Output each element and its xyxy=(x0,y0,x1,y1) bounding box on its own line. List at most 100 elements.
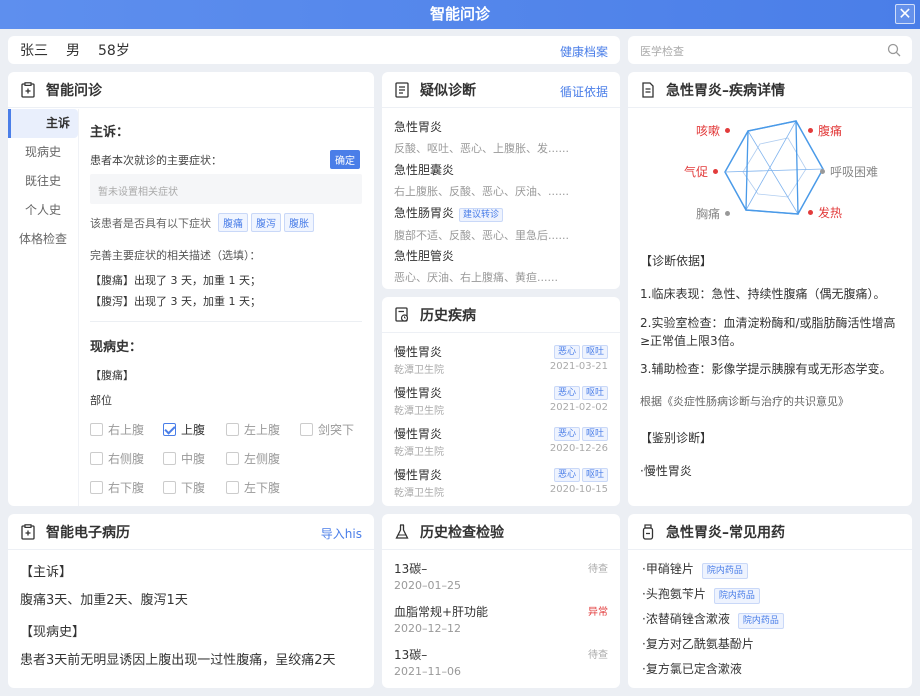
basis-item: 3.辅助检查：影像学提示胰腺有或无形态学变。 xyxy=(640,362,892,376)
diagnosis-desc: 腹部不适、反酸、恶心、里急后...... xyxy=(394,229,569,242)
site-checkbox[interactable]: 下腹 xyxy=(163,479,205,496)
radar-label: 咳嗽 xyxy=(696,122,731,139)
visit-date: 2021-03-21 xyxy=(549,361,608,372)
nav-item-present-history[interactable]: 现病史 xyxy=(8,138,78,167)
lab-history-title: 历史检查检验 xyxy=(420,524,504,541)
drug-name: ·甲硝锉片 xyxy=(642,562,694,576)
medication-header: 急性胃炎–常见用药 xyxy=(628,514,912,550)
nav-item-past-history[interactable]: 既往史 xyxy=(8,167,78,196)
site-checkbox[interactable]: 剑突下 xyxy=(300,421,354,438)
disease-name: 慢性胃炎 xyxy=(394,427,443,441)
medication-item[interactable]: ·甲硝锉片 院内药品 xyxy=(642,560,748,579)
basis-item: 1.临床表现：急性、持续性腹痛（偶无腹痛）。 xyxy=(640,287,886,301)
symptom-tag[interactable]: 腹胀 xyxy=(284,213,314,232)
nav-item-physical-exam[interactable]: 体格检查 xyxy=(8,225,78,254)
site-checkbox[interactable]: 左下腹 xyxy=(226,479,280,496)
diagnosis-header: 疑似诊断 循证依据 xyxy=(382,72,620,108)
lab-status: 待查 xyxy=(588,650,608,661)
site-checkbox[interactable]: 右上腹 xyxy=(90,421,144,438)
lab-name: 13碳– xyxy=(394,648,428,662)
inquiry-header: 智能问诊 xyxy=(8,72,374,108)
diagnosis-item[interactable]: 急性胆管炎 恶心、厌油、右上腹痛、黄疸...... xyxy=(394,247,558,285)
import-his-link[interactable]: 导入his xyxy=(321,525,362,542)
radar-label: 发热 xyxy=(808,204,842,221)
diagnosis-item[interactable]: 急性胆囊炎 右上腹胀、反酸、恶心、厌油、...... xyxy=(394,161,569,199)
diagnosis-item[interactable]: 急性肠胃炎 建议转诊 腹部不适、反酸、恶心、里急后...... xyxy=(394,204,569,243)
clipboard-medical-icon xyxy=(20,81,36,98)
symptom-input[interactable]: 暂未设置相关症状 xyxy=(90,174,362,204)
lab-name: 13碳– xyxy=(394,562,428,576)
lab-item[interactable]: 13碳– 待查 2020–01–25 xyxy=(394,560,608,596)
disease-name: 慢性胃炎 xyxy=(394,345,443,359)
diagnosis-name: 急性胆管炎 xyxy=(394,249,455,263)
lab-item[interactable]: 血脂常规+肝功能 异常 2020–12–12 xyxy=(394,603,608,639)
medication-item[interactable]: ·头孢氨苄片 院内药品 xyxy=(642,585,760,604)
close-button[interactable]: ✕ xyxy=(895,4,915,24)
site-checkbox[interactable]: 右下腹 xyxy=(90,479,144,496)
symptom-tag[interactable]: 腹痛 xyxy=(218,213,248,232)
radar-label: 呼吸困难 xyxy=(820,163,878,180)
site-label: 部位 xyxy=(90,394,112,407)
lab-item[interactable]: 13碳– 待查 2021–11–06 xyxy=(394,646,608,682)
site-checkbox[interactable]: 左上腹 xyxy=(226,421,280,438)
diagnosis-name: 急性肠胃炎 xyxy=(394,206,455,220)
lab-status: 待查 xyxy=(588,564,608,575)
symptom-badge: 呕吐 xyxy=(581,427,608,441)
site-checkbox[interactable]: 中腹 xyxy=(163,450,205,467)
medication-item[interactable]: ·复方对乙酰氨基酚片 xyxy=(642,635,754,652)
site-checkbox[interactable]: 左侧腹 xyxy=(226,450,280,467)
symptom-badge: 恶心 xyxy=(553,345,580,359)
diff-item: ·慢性胃炎 xyxy=(640,464,692,478)
site-checkbox[interactable]: 右侧腹 xyxy=(90,450,144,467)
symptom-placeholder: 暂未设置相关症状 xyxy=(98,187,178,198)
main-symptom-question: 患者本次就诊的主要症状： xyxy=(90,154,222,167)
drug-name: ·浓替硝锉含漱液 xyxy=(642,612,730,626)
history-disease-item[interactable]: 慢性胃炎 恶心 呕吐 乾潭卫生院 2020-12-26 xyxy=(394,425,608,458)
evidence-link[interactable]: 循证依据 xyxy=(560,83,608,100)
divider xyxy=(90,321,362,322)
disease-detail-header: 急性胃炎–疾病详情 xyxy=(628,72,912,108)
search-icon[interactable] xyxy=(887,43,901,60)
emr-title: 智能电子病历 xyxy=(46,524,130,541)
health-archive-link[interactable]: 健康档案 xyxy=(560,43,608,60)
radar-label: 胸痛 xyxy=(696,205,731,222)
visit-date: 2021-02-02 xyxy=(549,402,608,413)
emr-header: 智能电子病历 导入his xyxy=(8,514,374,550)
search-box[interactable]: 医学检查 xyxy=(628,36,912,64)
reference-note: 根据《炎症性肠病诊断与治疗的共识意见》 xyxy=(640,395,849,408)
medication-item[interactable]: ·复方氯已定含漱液 xyxy=(642,660,742,677)
inquiry-nav: 主诉 现病史 既往史 个人史 体格检查 xyxy=(8,109,78,254)
in-hospital-badge: 院内药品 xyxy=(701,563,748,579)
desc-question: 完善主要症状的相关描述（选填）： xyxy=(90,249,261,262)
history-disease-item[interactable]: 慢性胃炎 恶心 呕吐 乾潭卫生院 2020-10-15 xyxy=(394,466,608,499)
visit-date: 2020-12-26 xyxy=(549,443,608,454)
lab-history-header: 历史检查检验 xyxy=(382,514,620,550)
symptom-badge: 恶心 xyxy=(553,386,580,400)
disease-detail-card: 急性胃炎–疾病详情 咳嗽 腹痛 呼吸困难 发热 胸痛 气促 【诊断依据】 1.临… xyxy=(628,72,912,506)
medication-item[interactable]: ·浓替硝锉含漱液 院内药品 xyxy=(642,610,784,629)
hospital-name: 乾潭卫生院 xyxy=(394,365,444,376)
history-disease-item[interactable]: 慢性胃炎 恶心 呕吐 乾潭卫生院 2021-02-02 xyxy=(394,384,608,417)
symptom-tag[interactable]: 腹泻 xyxy=(251,213,281,232)
medication-card: 急性胃炎–常见用药 ·甲硝锉片 院内药品 ·头孢氨苄片 院内药品 ·浓替硝锉含漱液院… xyxy=(628,514,912,688)
nav-item-personal-history[interactable]: 个人史 xyxy=(8,196,78,225)
drug-name: ·复方对乙酰氨基酚片 xyxy=(642,637,754,651)
hospital-name: 乾潭卫生院 xyxy=(394,406,444,417)
patient-age: 58岁 xyxy=(98,43,130,59)
in-hospital-badge: 院内药品 xyxy=(713,588,760,604)
site-checkbox[interactable]: 上腹 xyxy=(163,421,205,438)
search-input[interactable]: 医学检查 xyxy=(640,43,684,59)
history-disease-item[interactable]: 慢性胃炎 恶心 呕吐 乾潭卫生院 2021-03-21 xyxy=(394,343,608,376)
diagnosis-item[interactable]: 急性胃炎 反酸、呕吐、恶心、上腹胀、发...... xyxy=(394,118,569,156)
lab-history-card: 历史检查检验 13碳– 待查 2020–01–25 血脂常规+肝功能 异常 20… xyxy=(382,514,620,688)
confirm-button[interactable]: 确定 xyxy=(330,150,360,169)
symptom-row: 该患者是否具有以下症状 腹痛 腹泻 腹胀 xyxy=(90,213,314,232)
nav-item-chief[interactable]: 主诉 xyxy=(8,109,78,138)
radar-label: 气促 xyxy=(684,163,719,180)
diagnosis-card: 疑似诊断 循证依据 急性胃炎 反酸、呕吐、恶心、上腹胀、发...... 急性胆囊… xyxy=(382,72,620,289)
emr-history-title: 【现病史】 xyxy=(20,625,86,640)
inquiry-card: 智能问诊 主诉 现病史 既往史 个人史 体格检查 主诉： 患者本次就诊的主要症状… xyxy=(8,72,374,506)
nav-divider xyxy=(78,109,79,506)
lab-name: 血脂常规+肝功能 xyxy=(394,605,489,619)
patient-bar: 张三 男 58岁 健康档案 xyxy=(8,36,620,64)
